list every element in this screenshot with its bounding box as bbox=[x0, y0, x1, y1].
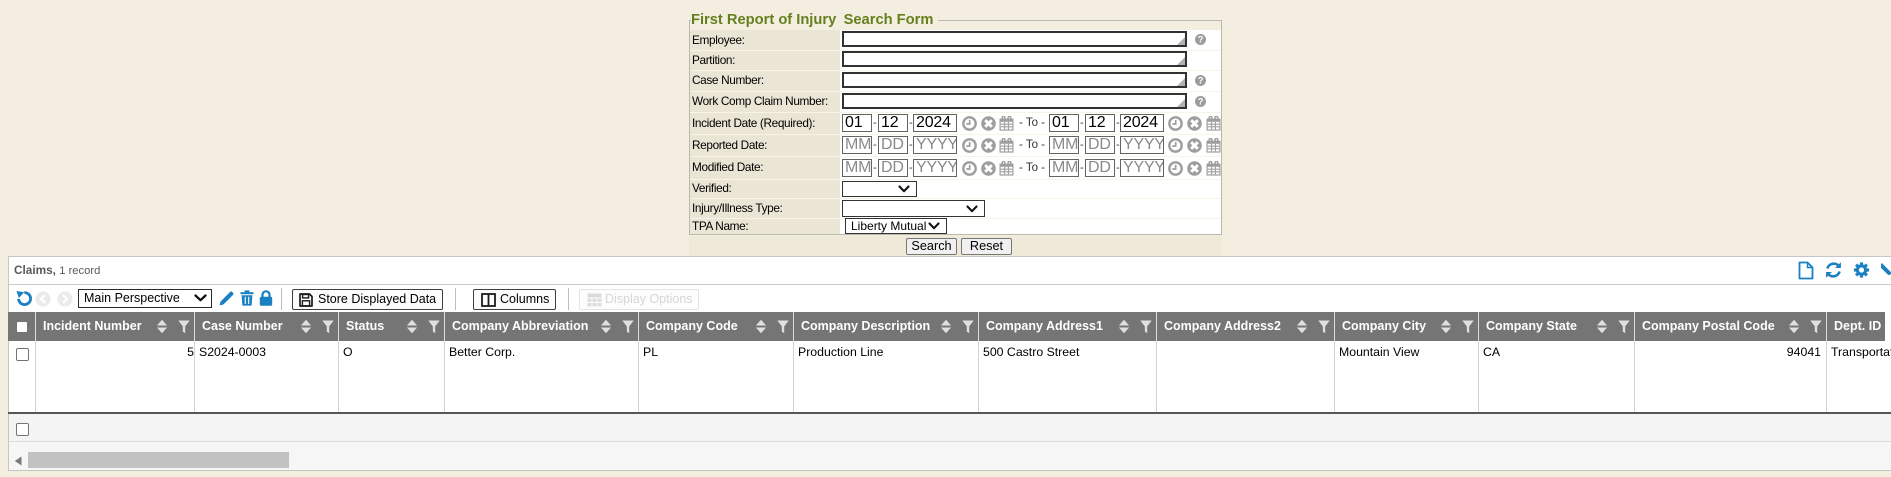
svg-text:?: ? bbox=[1198, 76, 1204, 86]
svg-text:?: ? bbox=[1198, 97, 1204, 107]
svg-text:?: ? bbox=[1198, 35, 1204, 45]
